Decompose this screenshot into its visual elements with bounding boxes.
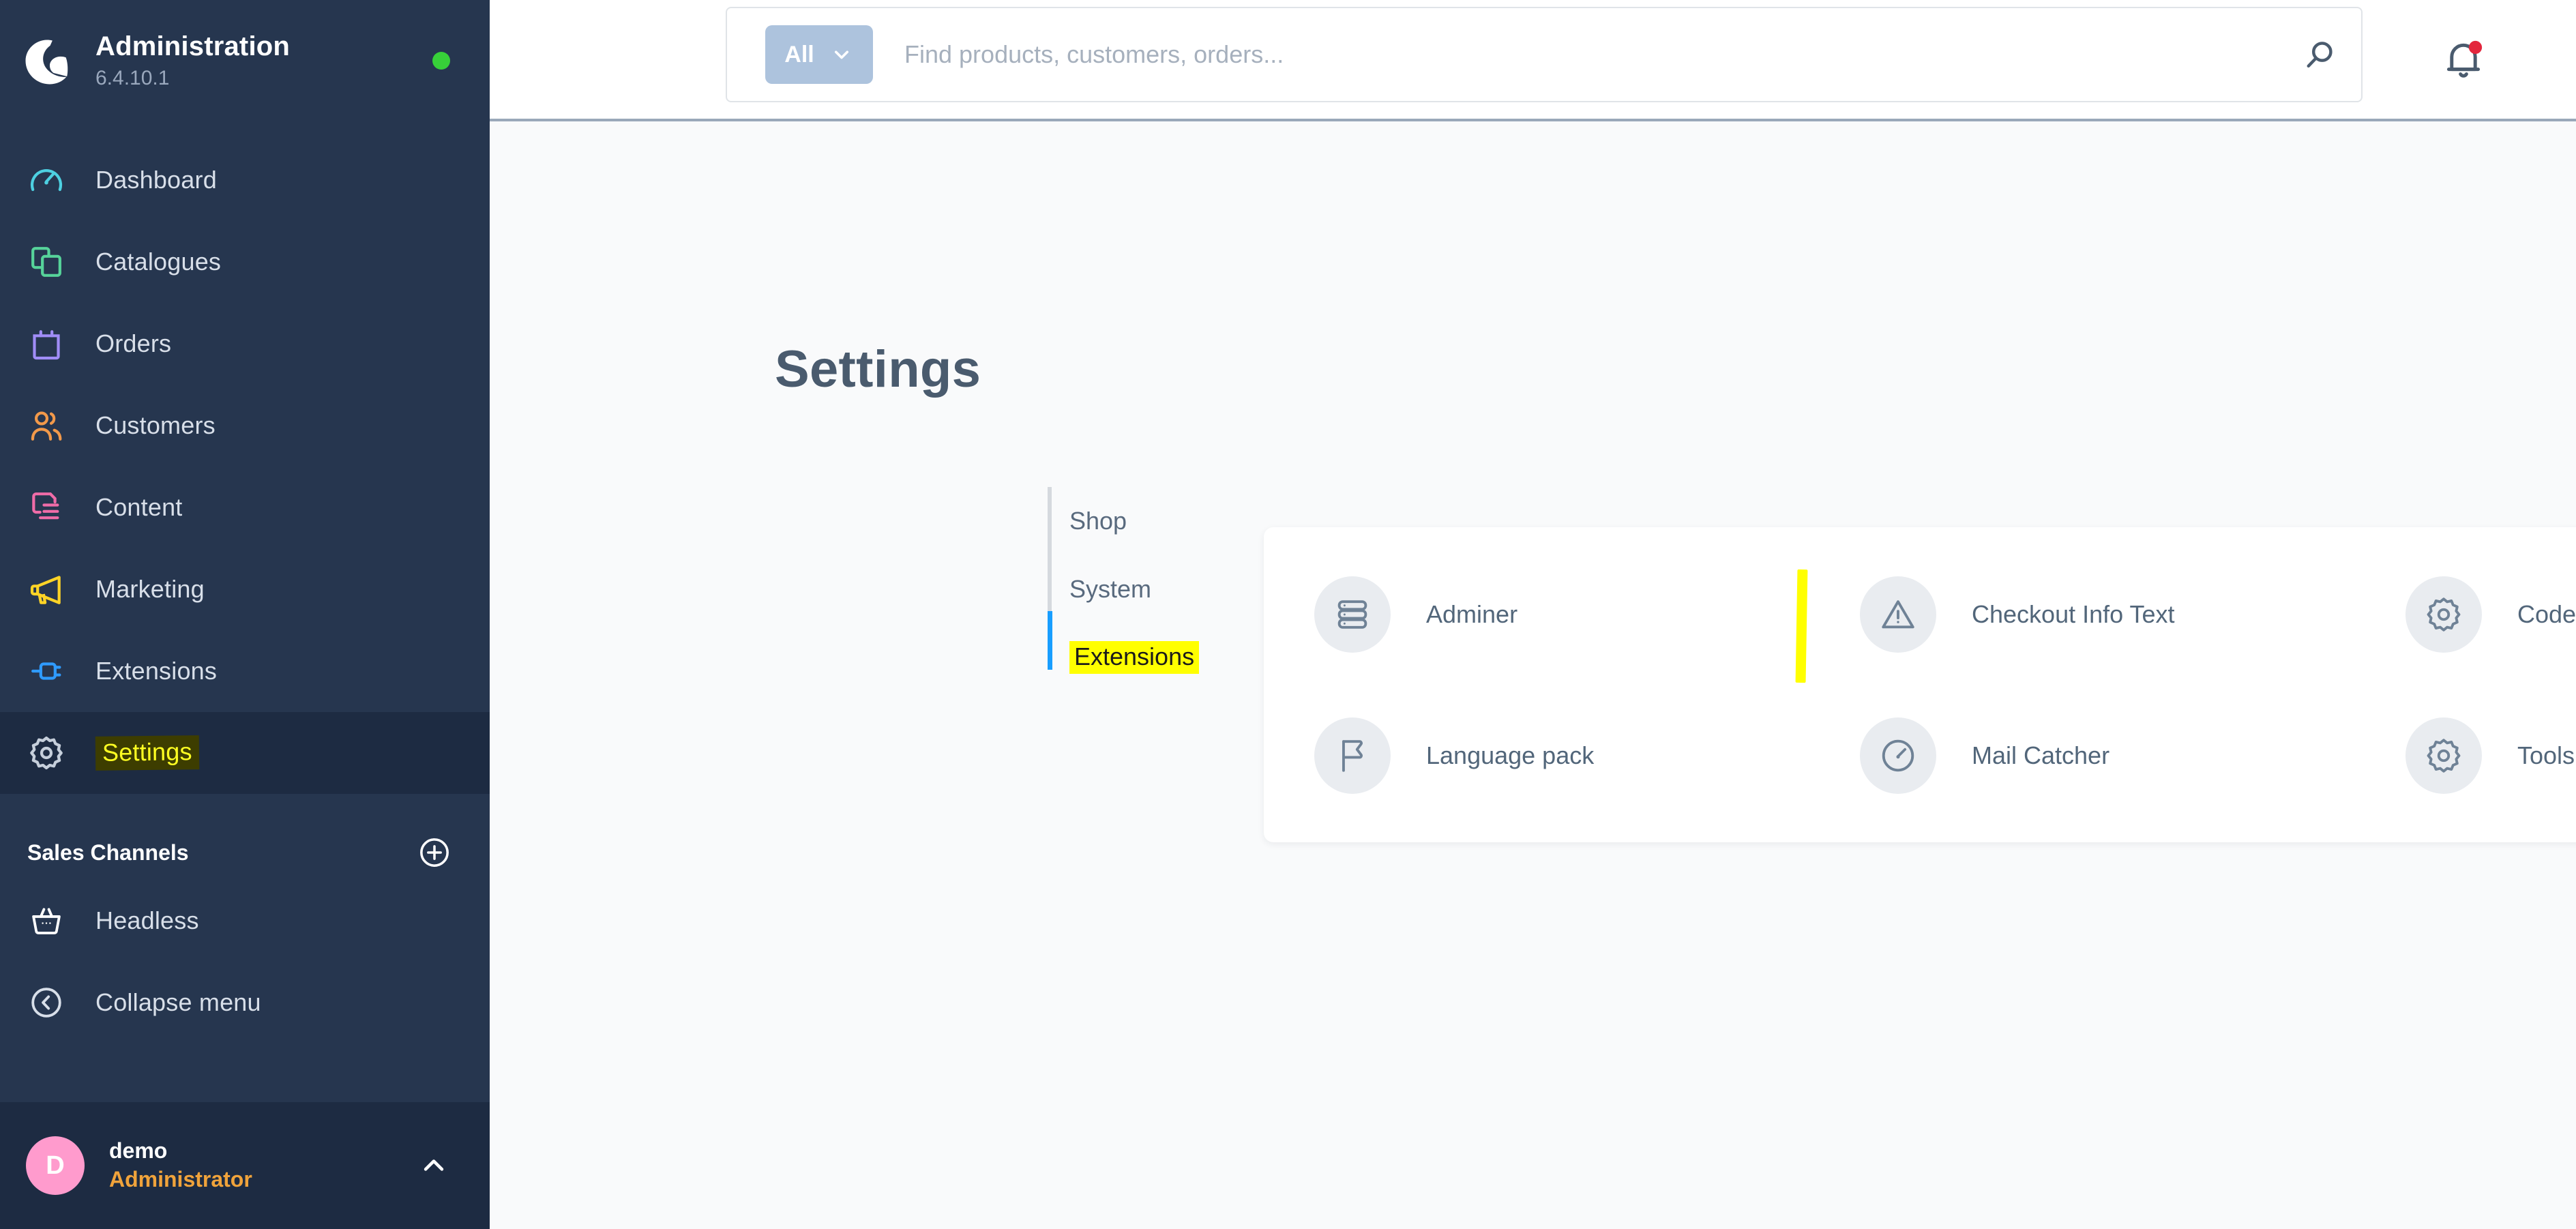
sidebar-item-catalogues[interactable]: Catalogues	[0, 221, 490, 303]
global-search: All	[726, 7, 2363, 102]
chevron-left-circle-icon	[25, 981, 68, 1024]
plus-circle-icon[interactable]	[417, 835, 451, 870]
subnav-item-system[interactable]: System	[1048, 555, 1204, 623]
sidebar-item-orders[interactable]: Orders	[0, 303, 490, 385]
extension-item-language-pack[interactable]: Language pack	[1264, 685, 1809, 826]
highlight-mark-extensions: Extensions	[1069, 641, 1200, 674]
content-document-icon	[25, 486, 68, 529]
basket-icon	[25, 899, 68, 943]
chevron-down-icon	[829, 42, 854, 67]
user-name: demo	[109, 1138, 168, 1164]
extension-item-mail-catcher[interactable]: Mail Catcher	[1809, 685, 2355, 826]
sidebar-item-content[interactable]: Content	[0, 467, 490, 548]
extension-item-label: Checkout Info Text	[1972, 599, 2175, 628]
user-role: Administrator	[109, 1167, 252, 1191]
extension-item-label: Language pack	[1426, 741, 1595, 769]
annotation-vertical-bar	[1795, 569, 1808, 683]
extension-item-label: Mail Catcher	[1972, 741, 2110, 769]
sidebar-item-label: Extensions	[95, 657, 218, 685]
subnav-item-label: System	[1069, 575, 1152, 603]
sidebar-item-label: Customers	[95, 411, 216, 439]
catalogues-copy-icon	[25, 240, 68, 284]
gear-icon	[2405, 717, 2482, 794]
extensions-card: Adminer Checkout Info Text Code Language…	[1264, 527, 2576, 842]
sidebar-item-label: Dashboard	[95, 166, 217, 194]
extension-item-label: Code Editor	[2517, 599, 2576, 628]
extension-item-checkout-info-text[interactable]: Checkout Info Text	[1809, 544, 2355, 685]
subnav-active-indicator	[1048, 611, 1052, 670]
extension-item-label: Tools	[2517, 741, 2575, 769]
orders-bag-icon	[25, 322, 68, 366]
settings-subnav: Shop System Extensions	[1048, 487, 1204, 692]
subnav-item-shop[interactable]: Shop	[1048, 487, 1204, 555]
subnav-item-label: Shop	[1069, 507, 1127, 535]
sidebar-item-dashboard[interactable]: Dashboard	[0, 139, 490, 221]
sidebar-item-label: Catalogues	[95, 248, 222, 276]
sidebar: Administration 6.4.10.1 Dashboard Catalo…	[0, 0, 490, 1229]
sidebar-item-label: Settings	[95, 735, 199, 771]
extension-item-code-editor[interactable]: Code Editor	[2355, 544, 2576, 685]
avatar: D	[26, 1136, 85, 1195]
sidebar-collapse-menu[interactable]: Collapse menu	[0, 962, 490, 1043]
user-menu[interactable]: D demo Administrator	[0, 1102, 490, 1229]
settings-gear-icon	[25, 731, 68, 775]
search-scope-label: All	[784, 41, 814, 68]
search-scope-dropdown[interactable]: All	[765, 25, 873, 84]
sidebar-nav: Dashboard Catalogues Orders Customers Co…	[0, 121, 490, 794]
page-content: Settings Shop System Extensions Adminer …	[490, 121, 2576, 1229]
gauge-icon	[1860, 717, 1936, 794]
status-online-dot	[432, 52, 450, 70]
sidebar-item-settings[interactable]: Settings	[0, 712, 490, 794]
flag-icon	[1314, 717, 1391, 794]
sidebar-item-label: Marketing	[95, 575, 205, 603]
brand-version: 6.4.10.1	[95, 66, 170, 89]
sidebar-item-label: Headless	[95, 906, 199, 934]
search-icon[interactable]	[2279, 8, 2361, 102]
extensions-plug-icon	[25, 649, 68, 693]
shopware-logo-icon	[18, 33, 74, 89]
highlight-mark-settings: Settings	[95, 735, 199, 771]
customers-people-icon	[25, 404, 68, 447]
sidebar-item-label: Content	[95, 493, 183, 521]
extension-item-label: Adminer	[1426, 599, 1518, 628]
page-title: Settings	[775, 340, 981, 398]
search-input[interactable]	[904, 40, 2252, 69]
sidebar-item-marketing[interactable]: Marketing	[0, 548, 490, 630]
extensions-grid: Adminer Checkout Info Text Code Language…	[1264, 527, 2576, 842]
sidebar-item-customers[interactable]: Customers	[0, 385, 490, 467]
database-icon	[1314, 576, 1391, 653]
dashboard-gauge-icon	[25, 158, 68, 202]
sales-channels-header: Sales Channels	[0, 825, 490, 880]
warning-triangle-icon	[1860, 576, 1936, 653]
extension-item-tools[interactable]: Tools	[2355, 685, 2576, 826]
brand-header[interactable]: Administration 6.4.10.1	[0, 0, 490, 121]
main-area: All Find products, customers, orders... …	[490, 0, 2576, 1229]
gear-icon	[2405, 576, 2482, 653]
brand-title: Administration	[95, 31, 291, 61]
sidebar-item-extensions[interactable]: Extensions	[0, 630, 490, 712]
sidebar-item-headless[interactable]: Headless	[0, 880, 490, 962]
subnav-item-extensions[interactable]: Extensions	[1048, 623, 1204, 692]
marketing-megaphone-icon	[25, 567, 68, 611]
admin-app: Administration 6.4.10.1 Dashboard Catalo…	[0, 0, 2576, 1229]
sales-channels-title: Sales Channels	[27, 840, 189, 865]
bell-icon[interactable]	[2440, 35, 2487, 83]
topbar: All	[490, 0, 2576, 121]
sidebar-item-label: Collapse menu	[95, 988, 261, 1016]
sidebar-item-label: Orders	[95, 329, 172, 357]
extension-item-adminer[interactable]: Adminer	[1264, 544, 1809, 685]
chevron-up-icon[interactable]	[416, 1148, 451, 1183]
